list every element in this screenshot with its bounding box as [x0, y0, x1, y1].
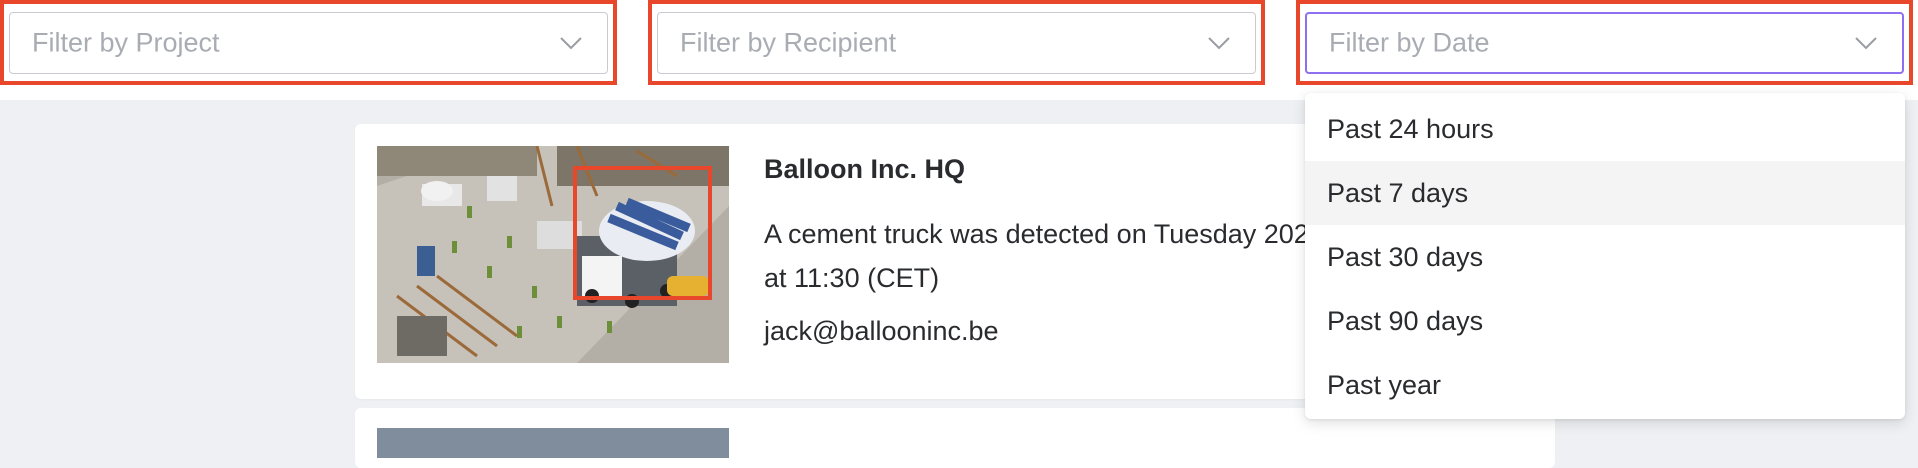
date-option-past-7-days[interactable]: Past 7 days	[1305, 161, 1905, 225]
date-option-past-24-hours[interactable]: Past 24 hours	[1305, 97, 1905, 161]
alert-description: A cement truck was detected on Tuesday 2…	[764, 219, 1324, 293]
recipient-filter-highlight: Filter by Recipient	[648, 0, 1265, 85]
chevron-down-icon	[1854, 36, 1878, 50]
filter-bar: Filter by Project Filter by Recipient Fi…	[0, 0, 1918, 100]
alert-thumbnail	[377, 428, 729, 458]
project-filter-highlight: Filter by Project	[0, 0, 617, 85]
chevron-down-icon	[1207, 36, 1231, 50]
date-option-past-30-days[interactable]: Past 30 days	[1305, 225, 1905, 289]
alert-title: Balloon Inc. HQ	[764, 154, 966, 184]
date-filter-dropdown: Past 24 hours Past 7 days Past 30 days P…	[1305, 93, 1905, 419]
alert-recipient-email: jack@ballooninc.be	[764, 316, 999, 346]
project-filter-select[interactable]: Filter by Project	[9, 12, 608, 74]
recipient-filter-placeholder: Filter by Recipient	[680, 27, 897, 58]
chevron-down-icon	[559, 36, 583, 50]
date-option-past-90-days[interactable]: Past 90 days	[1305, 289, 1905, 353]
recipient-filter-select[interactable]: Filter by Recipient	[657, 12, 1256, 74]
project-filter-placeholder: Filter by Project	[32, 27, 220, 58]
date-filter-placeholder: Filter by Date	[1329, 27, 1490, 58]
date-option-past-year[interactable]: Past year	[1305, 353, 1905, 417]
date-filter-select[interactable]: Filter by Date	[1305, 12, 1904, 74]
date-filter-highlight: Filter by Date	[1296, 0, 1913, 85]
alert-thumbnail	[377, 146, 729, 363]
